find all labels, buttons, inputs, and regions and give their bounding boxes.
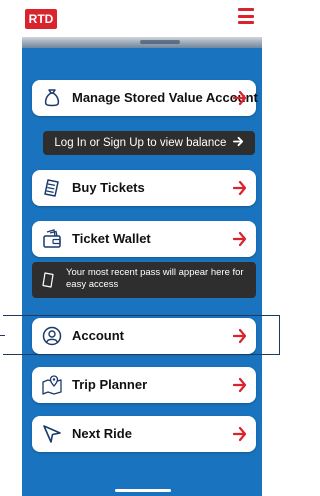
hero-banner <box>22 37 262 48</box>
arrow-right-icon <box>232 136 243 147</box>
ticket-wallet-button[interactable]: Ticket Wallet <box>32 221 256 257</box>
arrow-right-icon <box>233 328 247 344</box>
moneybag-icon <box>44 89 60 107</box>
arrow-right-icon <box>233 90 247 106</box>
account-button[interactable]: Account <box>32 318 256 354</box>
login-signup-label: Log In or Sign Up to view balance <box>54 137 227 149</box>
manage-stored-value-label: Manage Stored Value Account <box>72 90 258 105</box>
navigation-arrow-icon <box>43 425 61 443</box>
recent-pass-text: Your most recent pass will appear here f… <box>66 267 244 290</box>
trip-planner-label: Trip Planner <box>72 377 148 392</box>
recent-pass-notice: Your most recent pass will appear here f… <box>32 262 256 298</box>
rtd-logo: RTD <box>25 9 57 29</box>
wallet-ticket-icon <box>43 229 61 248</box>
manage-stored-value-button[interactable]: Manage Stored Value Account <box>32 80 258 116</box>
next-ride-button[interactable]: Next Ride <box>32 416 256 452</box>
app-screen: RTD Manage Stored Value Account Log In o… <box>22 0 262 496</box>
account-label: Account <box>72 328 124 343</box>
buy-tickets-button[interactable]: Buy Tickets <box>32 170 256 206</box>
ticket-wallet-label: Ticket Wallet <box>72 231 151 246</box>
top-bar: RTD <box>22 0 262 37</box>
callout-line <box>0 335 5 336</box>
trip-planner-button[interactable]: Trip Planner <box>32 367 256 403</box>
buy-tickets-label: Buy Tickets <box>72 180 145 195</box>
ticket-icon <box>44 179 59 197</box>
ticket-outline-icon <box>42 272 54 288</box>
login-signup-button[interactable]: Log In or Sign Up to view balance <box>43 131 255 155</box>
arrow-right-icon <box>233 426 247 442</box>
user-circle-icon <box>42 326 62 346</box>
home-indicator[interactable] <box>115 489 171 492</box>
hamburger-icon[interactable] <box>238 8 254 24</box>
arrow-right-icon <box>233 180 247 196</box>
arrow-right-icon <box>233 231 247 247</box>
next-ride-label: Next Ride <box>72 426 132 441</box>
map-pin-icon <box>42 375 62 395</box>
arrow-right-icon <box>233 377 247 393</box>
